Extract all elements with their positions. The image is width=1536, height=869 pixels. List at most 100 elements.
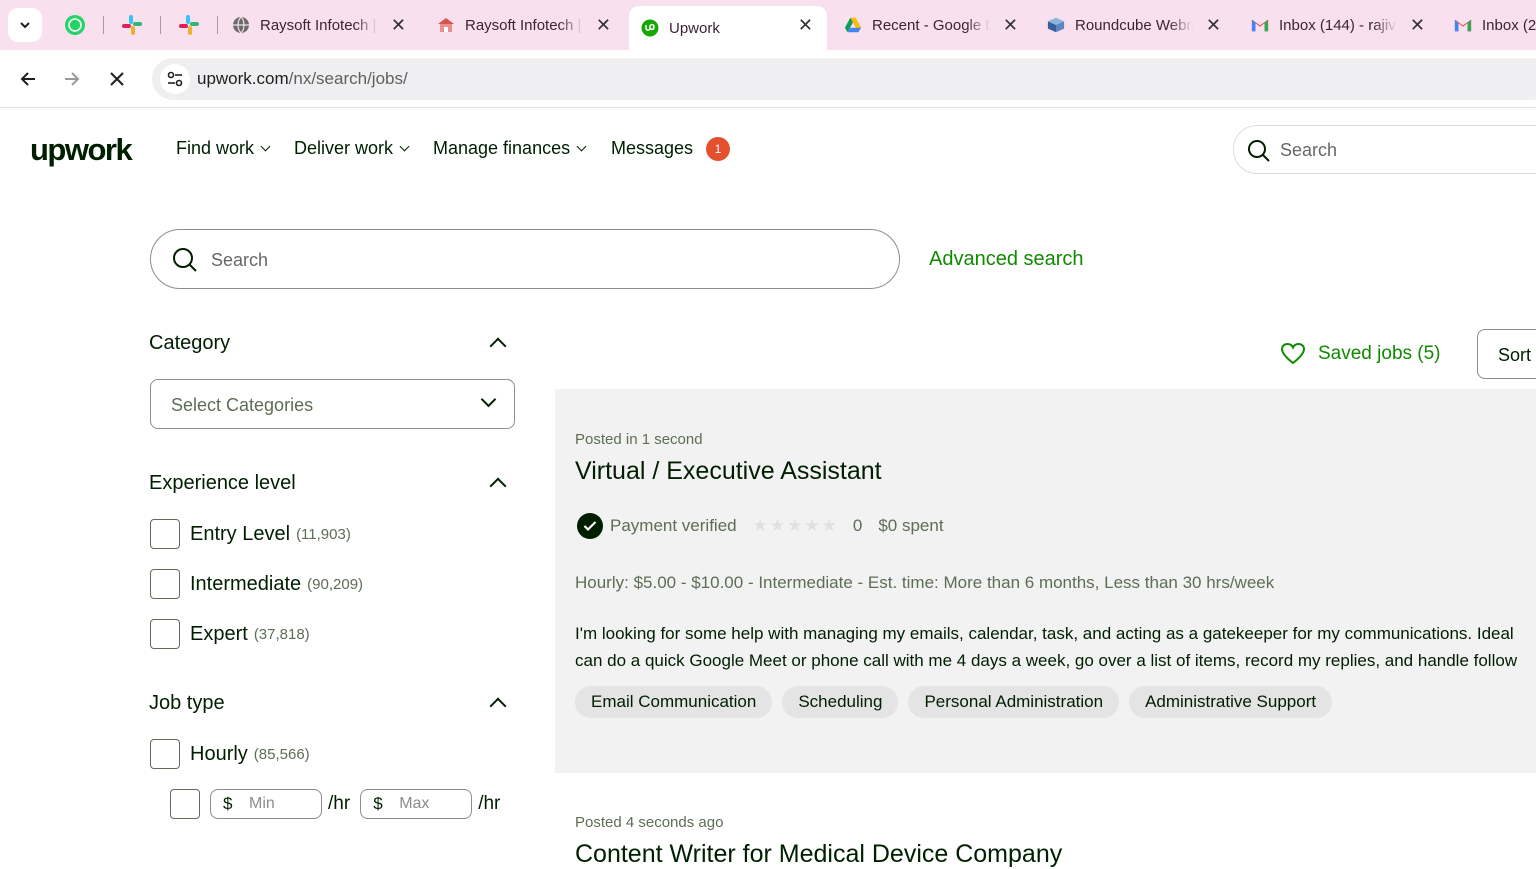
close-icon[interactable]: ✕ [1206,16,1221,34]
saved-jobs-label: Saved jobs (5) [1318,343,1441,364]
browser-tab-raysoft-2[interactable]: Raysoft Infotech | ✕ [425,6,625,44]
close-icon[interactable]: ✕ [391,16,406,34]
pinned-tab-slack-2[interactable] [176,12,202,38]
globe-icon [233,16,249,34]
close-icon[interactable]: ✕ [596,16,611,34]
chevron-down-icon [480,391,497,408]
checkbox[interactable] [150,519,180,549]
arrow-right-icon [65,72,80,86]
skill-tag[interactable]: Personal Administration [908,686,1120,718]
tab-title: Roundcube Webm [1075,16,1193,34]
advanced-search-link[interactable]: Advanced search [929,248,1084,271]
upwork-icon [641,19,659,37]
browser-toolbar: upwork.com/nx/search/jobs/ [0,50,1536,108]
option-count: (90,209) [307,575,364,593]
min-placeholder: Min [249,795,275,812]
checkbox[interactable] [150,569,180,599]
filter-option-entry-level[interactable]: Entry Level (11,903) [150,519,351,549]
url-path: /nx/search/jobs/ [288,69,408,88]
tab-separator [160,16,161,34]
google-drive-icon [844,17,862,33]
payment-verified-label: Payment verified [610,516,737,535]
max-rate-input[interactable]: $ Max [360,789,473,819]
filter-option-expert[interactable]: Expert (37,818) [150,619,310,649]
close-icon[interactable]: ✕ [1003,16,1018,34]
browser-tab-google-drive[interactable]: Recent - Google D ✕ [832,6,1032,44]
chevron-up-icon[interactable] [489,337,507,355]
nav-messages[interactable]: Messages [611,138,693,159]
saved-jobs-link[interactable]: Saved jobs (5) [1280,342,1441,366]
sort-dropdown[interactable]: Sort [1477,329,1536,379]
client-rating-value: 0 [852,516,863,535]
roundcube-icon [1047,17,1065,33]
sort-label: Sort [1498,345,1532,365]
tab-title: Recent - Google D [872,16,990,34]
job-meta: Hourly: $5.00 - $10.00 - Intermediate - … [575,573,1275,592]
skill-tag[interactable]: Administrative Support [1129,686,1333,718]
job-description-line: I'm looking for some help with managing … [575,624,1514,643]
option-label: Entry Level [190,522,291,545]
job-title-link[interactable]: Virtual / Executive Assistant [575,457,882,486]
skill-tag[interactable]: Scheduling [782,686,899,718]
star-icon: ★ [769,516,786,535]
site-info-button[interactable] [160,64,190,94]
nav-find-work[interactable]: Find work [176,138,271,159]
nav-manage-finances[interactable]: Manage finances [433,138,587,159]
nav-deliver-work[interactable]: Deliver work [294,138,410,159]
close-icon[interactable]: ✕ [798,16,813,34]
category-select[interactable]: Select Categories [150,379,515,429]
job-search-input[interactable]: Search [150,229,900,289]
browser-tab-upwork[interactable]: Upwork ✕ [629,6,827,50]
chevron-up-icon[interactable] [489,697,507,715]
address-bar[interactable]: upwork.com/nx/search/jobs/ [152,58,1536,100]
client-info: Payment verified ★ ★ ★ ★ ★ 0 $0 spent [577,513,944,539]
close-icon [110,72,124,86]
per-hour-label: /hr [478,793,501,814]
arrow-left-icon [20,72,35,86]
browser-tab-roundcube[interactable]: Roundcube Webm ✕ [1035,6,1235,44]
header-search-input[interactable]: Search [1233,125,1536,174]
header-search-placeholder: Search [1280,140,1338,160]
upwork-logo[interactable]: upwork [30,132,133,168]
option-label: Expert [190,622,248,645]
back-button[interactable] [13,64,43,94]
chevron-down-icon [576,141,587,152]
chevron-up-icon[interactable] [489,477,507,495]
slack-icon [179,15,199,35]
client-rating-stars: ★ ★ ★ ★ ★ [753,516,839,536]
star-icon: ★ [804,516,820,535]
checkbox[interactable] [150,619,180,649]
tab-separator [217,16,218,34]
nav-label: Manage finances [433,138,571,158]
filter-option-intermediate[interactable]: Intermediate (90,209) [150,569,363,599]
messages-badge: 1 [706,137,730,161]
pinned-tab-whatsapp[interactable] [62,12,88,38]
stop-loading-button[interactable] [102,64,132,94]
min-rate-input[interactable]: $ Min [210,789,322,819]
close-icon[interactable]: ✕ [1410,16,1425,34]
forward-button[interactable] [57,64,87,94]
checkbox[interactable] [170,789,200,819]
filter-heading-category: Category [149,332,231,354]
tab-separator [103,16,104,34]
filter-option-hourly[interactable]: Hourly (85,566) [150,739,310,769]
per-hour-label: /hr [328,793,351,814]
search-icon [173,248,197,272]
tab-title: Raysoft Infotech | [465,16,582,34]
browser-tab-gmail-1[interactable]: Inbox (144) - rajiv ✕ [1239,6,1439,44]
job-title-link[interactable]: Content Writer for Medical Device Compan… [575,840,1062,869]
tab-title: Inbox (2 [1482,16,1536,34]
tab-search-button[interactable] [8,8,42,42]
pinned-tab-slack-1[interactable] [119,12,145,38]
chevron-down-icon [399,141,410,152]
checkbox[interactable] [150,739,180,769]
currency-symbol: $ [223,794,233,813]
browser-tab-gmail-2[interactable]: Inbox (2 [1442,6,1536,44]
job-posted-time: Posted in 1 second [575,431,703,448]
heart-icon [1280,342,1306,365]
nav-label: Find work [176,138,255,158]
option-count: (85,566) [253,745,310,763]
star-icon: ★ [787,516,803,535]
browser-tab-raysoft-1[interactable]: Raysoft Infotech | ✕ [220,6,420,44]
skill-tag[interactable]: Email Communication [575,686,773,718]
